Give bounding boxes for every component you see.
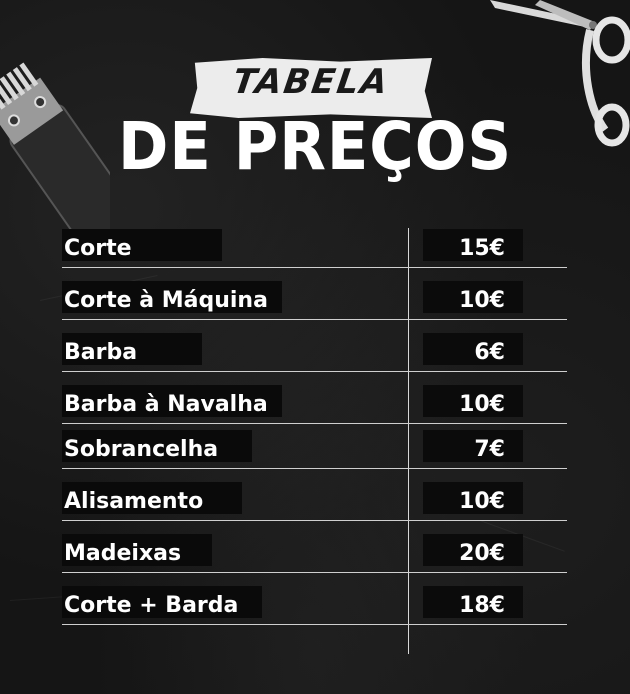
service-price: 15€ <box>459 236 505 261</box>
service-name: Corte <box>64 236 132 261</box>
service-price: 18€ <box>459 593 505 618</box>
service-price: 7€ <box>474 437 505 462</box>
service-name: Madeixas <box>64 541 182 566</box>
service-price: 6€ <box>474 340 505 365</box>
price-row: Alisamento 10€ <box>62 469 567 521</box>
service-name: Corte à Máquina <box>64 288 268 313</box>
price-row: Corte 15€ <box>62 224 567 268</box>
service-price: 10€ <box>459 489 505 514</box>
price-row: Barba à Navalha 10€ <box>62 372 567 424</box>
price-row: Barba 6€ <box>62 320 567 372</box>
service-price: 10€ <box>459 288 505 313</box>
service-price: 10€ <box>459 392 505 417</box>
page-subtitle: TABELA <box>230 62 392 102</box>
price-table: Corte 15€ Corte à Máquina 10€ Barba 6€ B… <box>62 224 567 625</box>
service-price: 20€ <box>459 541 505 566</box>
page-title: DE PREÇOS <box>118 108 512 185</box>
price-row: Corte à Máquina 10€ <box>62 268 567 320</box>
service-name: Barba à Navalha <box>64 392 268 417</box>
service-name: Barba <box>64 340 138 365</box>
service-name: Sobrancelha <box>64 437 219 462</box>
price-row: Corte + Barda 18€ <box>62 573 567 625</box>
price-row: Madeixas 20€ <box>62 521 567 573</box>
service-name: Corte + Barda <box>64 593 239 618</box>
price-row: Sobrancelha 7€ <box>62 424 567 469</box>
service-name: Alisamento <box>64 489 204 514</box>
